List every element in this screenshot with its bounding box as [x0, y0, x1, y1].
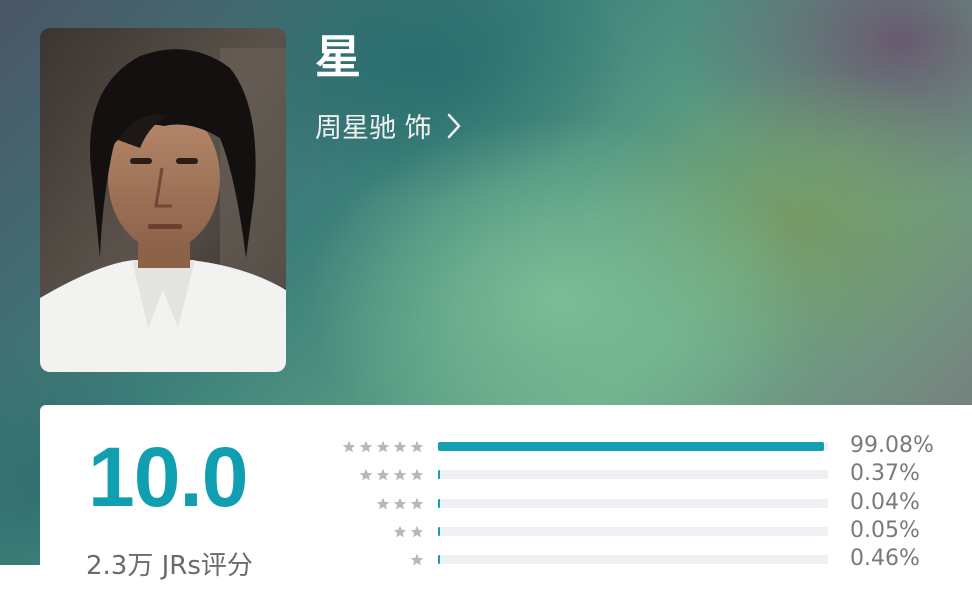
rating-bar-track	[438, 470, 828, 479]
character-portrait[interactable]	[40, 28, 286, 372]
portrait-image	[40, 28, 286, 372]
character-name: 星	[315, 30, 361, 84]
rating-bar-track	[438, 527, 828, 536]
star-icon	[410, 497, 424, 510]
rating-bar-track	[438, 555, 828, 564]
actor-link[interactable]: 周星驰 饰	[315, 110, 462, 146]
star-icon	[393, 497, 407, 510]
rating-bar-fill	[438, 470, 440, 479]
rating-bar-fill	[438, 527, 440, 536]
star-icon	[393, 525, 407, 538]
star-group	[342, 440, 426, 454]
star-group	[410, 553, 426, 567]
actor-label: 周星驰 饰	[315, 112, 432, 144]
rating-row-2-star: 0.05%	[40, 517, 940, 545]
rating-percent: 0.46%	[850, 546, 920, 571]
star-icon	[410, 525, 424, 538]
rating-bar-fill	[438, 442, 824, 451]
rating-row-3-star: 0.04%	[40, 489, 940, 517]
rating-percent: 99.08%	[850, 433, 934, 458]
rating-bar-fill	[438, 555, 440, 564]
star-group	[359, 468, 426, 482]
star-icon	[376, 440, 390, 453]
star-icon	[410, 553, 424, 566]
rating-percent: 0.37%	[850, 461, 920, 486]
star-icon	[359, 468, 373, 481]
star-icon	[359, 440, 373, 453]
rating-bar-track	[438, 442, 828, 451]
rating-percent: 0.05%	[850, 518, 920, 543]
star-group	[376, 497, 426, 511]
rating-card: 10.0 2.3万 JRs评分 99.08% 0.37% 0.04% 0.05% 0.4…	[40, 405, 972, 607]
rating-row-1-star: 0.46%	[40, 545, 940, 573]
star-group	[393, 525, 426, 539]
star-icon	[410, 468, 424, 481]
star-icon	[393, 468, 407, 481]
star-icon	[410, 440, 424, 453]
rating-row-5-star: 99.08%	[40, 432, 940, 460]
rating-bar-track	[438, 499, 828, 508]
star-icon	[376, 497, 390, 510]
star-icon	[376, 468, 390, 481]
rating-percent: 0.04%	[850, 490, 920, 515]
rating-bar-fill	[438, 499, 440, 508]
chevron-right-icon	[446, 112, 462, 144]
star-icon	[393, 440, 407, 453]
rating-row-4-star: 0.37%	[40, 460, 940, 488]
star-icon	[342, 440, 356, 453]
